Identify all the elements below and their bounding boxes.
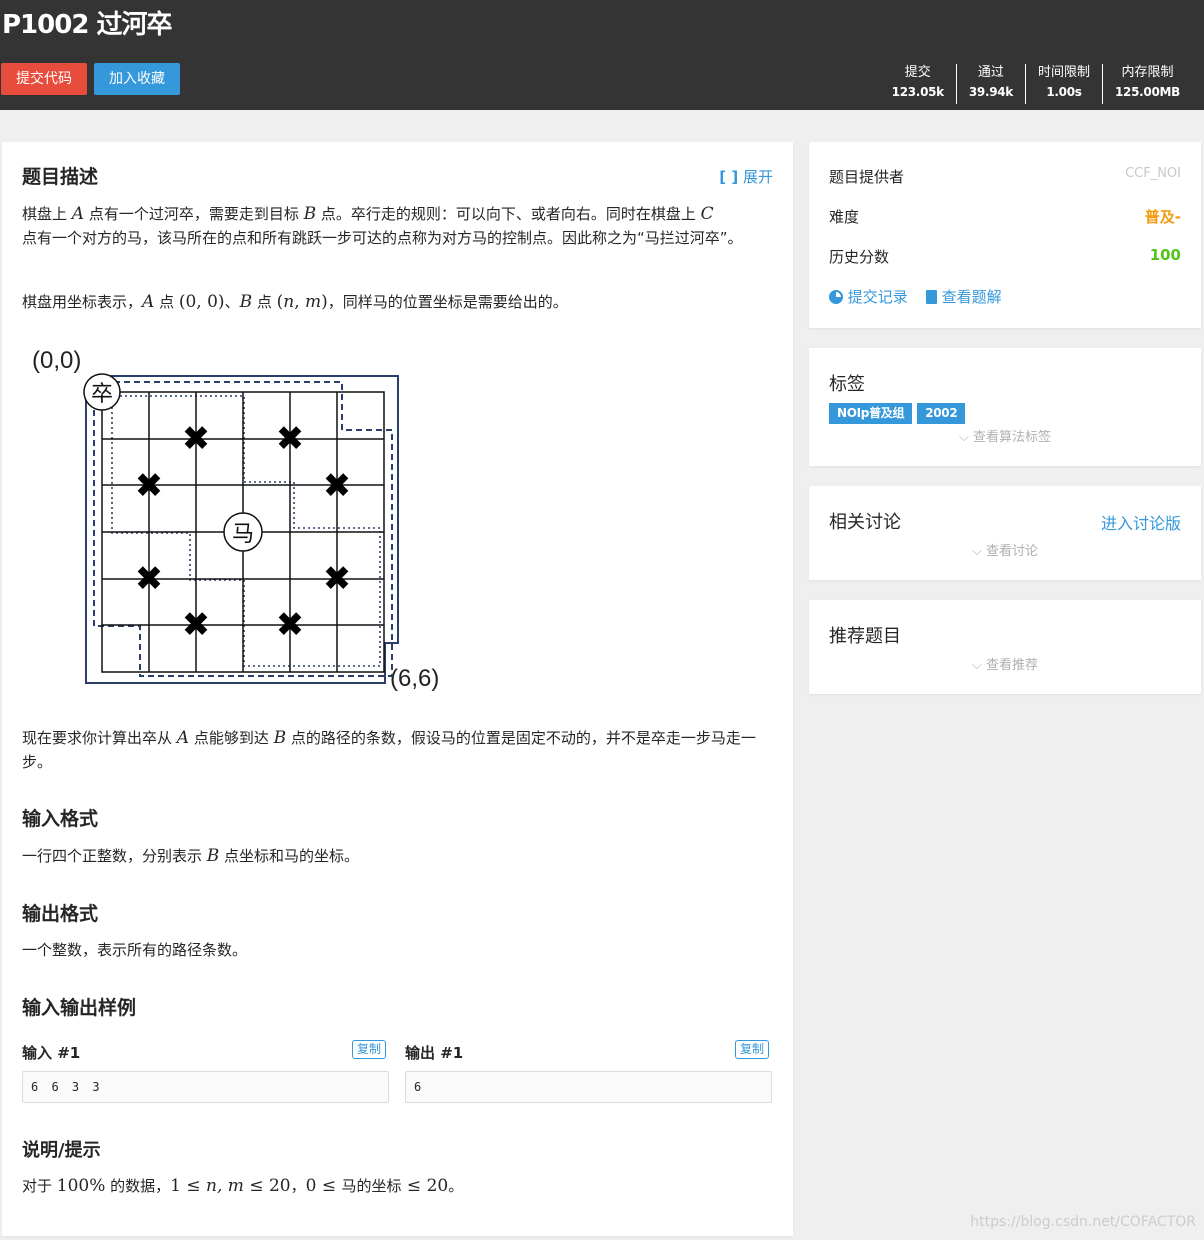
submit-code-button[interactable]: 提交代码 [1,63,87,95]
chessboard-figure: (0,0) (6,6) ✖ ✖ ✖ ✖ ✖ ✖ ✖ ✖ 卒 马 [32,347,439,692]
control-mark-icon: ✖ [182,605,211,645]
provider-label: 题目提供者 [829,168,905,186]
stat-value: 39.94k [968,85,1013,99]
control-mark-icon: ✖ [276,605,305,645]
origin-label: (0,0) [32,347,81,374]
discussion-card: 相关讨论 进入讨论版 ⌵ 查看讨论 [809,486,1201,580]
tags-card: 标签 NOIp普及组 2002 ⌵ 查看算法标签 [809,348,1201,466]
control-mark-icon: ✖ [276,419,305,459]
page-title: P1002 过河卒 [2,10,172,40]
score-label: 历史分数 [829,248,890,266]
enter-discussion-link[interactable]: 进入讨论版 [1101,510,1181,534]
hint-text: 对于 100% 的数据，1 ≤ n, m ≤ 20，0 ≤ 马的坐标 ≤ 20。 [22,1176,464,1196]
input-format-text: 一行四个正整数，分别表示 B 点坐标和马的坐标。 [22,846,360,866]
stat-time-limit: 时间限制 1.00s [1024,64,1102,104]
chevron-down-icon: ⌵ [971,658,982,673]
solutions-link[interactable]: 查看题解 [925,286,1002,307]
book-icon [925,290,937,304]
sample-output-label: 输出 #1 [405,1044,464,1062]
stat-label: 通过 [977,65,1004,80]
control-mark-icon: ✖ [135,559,164,599]
sample-input-box[interactable]: 6 6 3 3 [22,1071,389,1103]
hint-heading: 说明/提示 [22,1140,101,1161]
control-mark-icon: ✖ [135,466,164,506]
show-discussions[interactable]: ⌵ 查看讨论 [809,540,1201,559]
stat-memory-limit: 内存限制 125.00MB [1102,64,1192,104]
copy-input-button[interactable]: 复制 [352,1040,387,1059]
tag-list: NOIp普及组 2002 [829,402,970,424]
samples-heading: 输入输出样例 [22,997,137,1019]
score-row: 历史分数 100 [829,246,1181,267]
stat-value: 125.00MB [1115,85,1180,99]
chevron-down-icon: ⌵ [971,544,982,559]
input-format-heading: 输入格式 [22,808,99,830]
control-mark-icon: ✖ [323,466,352,506]
copy-output-button[interactable]: 复制 [735,1040,770,1059]
difficulty-value: 普及- [1144,208,1181,226]
difficulty-label: 难度 [829,208,860,226]
description-heading: 题目描述 [22,166,99,188]
expand-button[interactable]: [ ] 展开 [719,166,773,187]
stat-submissions: 提交 123.05k [880,64,956,104]
stat-value: 123.05k [891,85,944,99]
score-value: 100 [1149,246,1181,264]
problem-info-card: 题目提供者 CCF_NOI 难度 普及- 历史分数 100 提交记录 查看题解 [809,142,1201,328]
stat-label: 时间限制 [1037,65,1090,80]
discussion-heading: 相关讨论 [829,512,901,533]
end-label: (6,6) [390,665,439,692]
description-paragraph-3: 现在要求你计算出卒从 A 点能够到达 B 点的路径的条数，假设马的位置是固定不动… [22,728,756,771]
stat-value: 1.00s [1046,85,1082,99]
show-algorithm-tags[interactable]: ⌵ 查看算法标签 [809,426,1201,445]
pie-chart-icon [829,290,843,304]
problem-header: P1002 过河卒 提交代码 加入收藏 提交 123.05k 通过 39.94k… [0,0,1204,110]
chevron-down-icon: ⌵ [958,430,969,445]
difficulty-row: 难度 普及- [829,206,1181,227]
add-favorite-button[interactable]: 加入收藏 [94,63,180,95]
tag-item[interactable]: 2002 [917,403,966,424]
problem-stats: 提交 123.05k 通过 39.94k 时间限制 1.00s 内存限制 125… [880,64,1192,104]
control-mark-icon: ✖ [182,419,211,459]
pawn-char: 卒 [91,382,113,407]
problem-content-card: 题目描述 [ ] 展开 棋盘上 A 点有一个过河卒，需要走到目标 B 点。卒行走… [2,142,793,1236]
provider-value[interactable]: CCF_NOI [1125,166,1181,187]
description-paragraph-1: 棋盘上 A 点有一个过河卒，需要走到目标 B 点。卒行走的规则：可以向下、或者向… [22,204,743,247]
description-paragraph-2: 棋盘用坐标表示，A 点 (0, 0)、B 点 (n, m)，同样马的位置坐标是需… [22,292,568,312]
expand-label: 展开 [742,168,773,186]
recommend-heading: 推荐题目 [829,626,901,647]
stat-accepted: 通过 39.94k [955,64,1025,104]
expand-icon: [ ] [719,168,739,186]
output-format-heading: 输出格式 [22,903,99,925]
sample-input-label: 输入 #1 [22,1044,81,1062]
submissions-link[interactable]: 提交记录 [829,286,908,307]
tags-heading: 标签 [829,374,865,395]
watermark: https://blog.csdn.net/COFACTOR [970,1214,1196,1230]
stat-label: 提交 [904,65,931,80]
tag-item[interactable]: NOIp普及组 [829,403,913,424]
recommend-card: 推荐题目 ⌵ 查看推荐 [809,600,1201,694]
provider-row: 题目提供者 CCF_NOI [829,166,1181,187]
horse-char: 马 [232,522,254,547]
sample-output-box[interactable]: 6 [405,1071,772,1103]
info-links: 提交记录 查看题解 [829,286,1181,307]
stat-label: 内存限制 [1121,65,1174,80]
show-recommendations[interactable]: ⌵ 查看推荐 [809,654,1201,673]
control-mark-icon: ✖ [323,559,352,599]
output-format-text: 一个整数，表示所有的路径条数。 [22,941,248,959]
